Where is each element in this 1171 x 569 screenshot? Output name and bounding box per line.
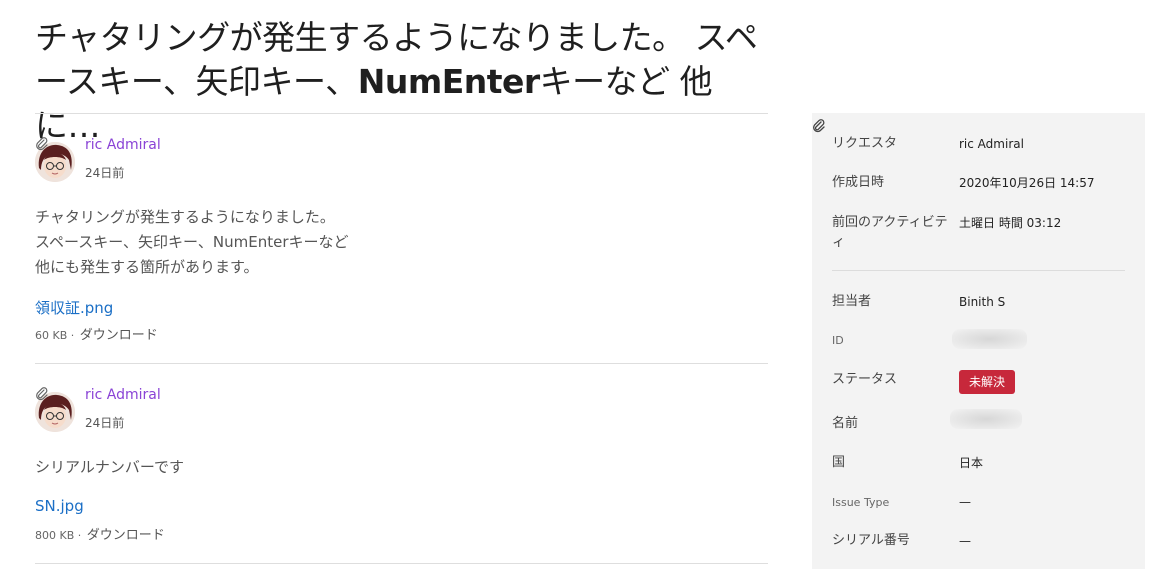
download-link[interactable]: ダウンロード	[80, 328, 158, 343]
title-divider	[35, 113, 768, 114]
id-label: ID	[832, 334, 844, 347]
serial-label: シリアル番号	[832, 533, 910, 548]
status-badge: 未解決	[959, 370, 1016, 394]
name-value-redacted	[950, 409, 1022, 429]
paperclip-icon	[36, 137, 48, 151]
issue-type-value: —	[959, 495, 971, 509]
attachment-separator: ·	[70, 329, 75, 342]
comment-time: 24日前	[85, 416, 125, 430]
last-activity-value: 土曜日 時間 03:12	[959, 216, 1062, 230]
status-label: ステータス	[832, 372, 898, 387]
comment-line: スペースキー、矢印キー、NumEnterキーなど	[35, 233, 349, 251]
issue-type-label: Issue Type	[832, 496, 890, 509]
paperclip-icon	[813, 119, 825, 133]
assignee-value[interactable]: Binith S	[959, 292, 1005, 312]
assignee-label: 担当者	[832, 294, 872, 309]
title-text-bold: NumEnter	[357, 62, 540, 101]
attachment-link[interactable]: 領収証.png	[35, 297, 113, 318]
comment-line: シリアルナンバーです	[35, 458, 184, 476]
comment-author[interactable]: ric Admiral	[85, 387, 161, 403]
attachment-meta: 800 KB · ダウンロード	[35, 524, 165, 543]
comment-author[interactable]: ric Admiral	[85, 137, 161, 153]
created-value: 2020年10月26日 14:57	[959, 176, 1095, 190]
comment-body: シリアルナンバーです	[35, 455, 184, 480]
last-activity-label: 前回のアクティビティ	[832, 215, 948, 250]
comment-body: チャタリングが発生するようになりました。 スペースキー、矢印キー、NumEnte…	[35, 205, 349, 280]
country-label: 国	[832, 455, 846, 470]
requester-label: リクエスタ	[832, 136, 898, 151]
ticket-properties-panel: リクエスタ ric Admiral 作成日時 2020年10月26日 14:57…	[812, 113, 1145, 569]
avatar-wrap	[35, 137, 77, 185]
serial-value: —	[959, 534, 971, 548]
comment-divider	[35, 563, 768, 564]
avatar-wrap	[35, 387, 77, 435]
created-label: 作成日時	[832, 175, 885, 190]
sidebar-divider	[832, 270, 1125, 271]
paperclip-icon	[36, 387, 48, 401]
country-value: 日本	[959, 456, 984, 470]
attachment-link[interactable]: SN.jpg	[35, 497, 84, 515]
requester-value[interactable]: ric Admiral	[959, 134, 1024, 154]
comment-line: 他にも発生する箇所があります。	[35, 258, 259, 276]
download-link[interactable]: ダウンロード	[87, 528, 165, 543]
comment-line: チャタリングが発生するようになりました。	[35, 208, 335, 226]
ticket-title: チャタリングが発生するようになりました。 スペースキー、矢印キー、NumEnte…	[35, 16, 770, 148]
attachment-separator: ·	[77, 529, 82, 542]
name-label: 名前	[832, 416, 859, 431]
attachment-size: 60 KB	[35, 329, 68, 342]
comment-time: 24日前	[85, 166, 125, 180]
attachment-size: 800 KB	[35, 529, 75, 542]
attachment-meta: 60 KB · ダウンロード	[35, 324, 158, 343]
comment-divider	[35, 363, 768, 364]
id-value-redacted	[952, 329, 1027, 349]
